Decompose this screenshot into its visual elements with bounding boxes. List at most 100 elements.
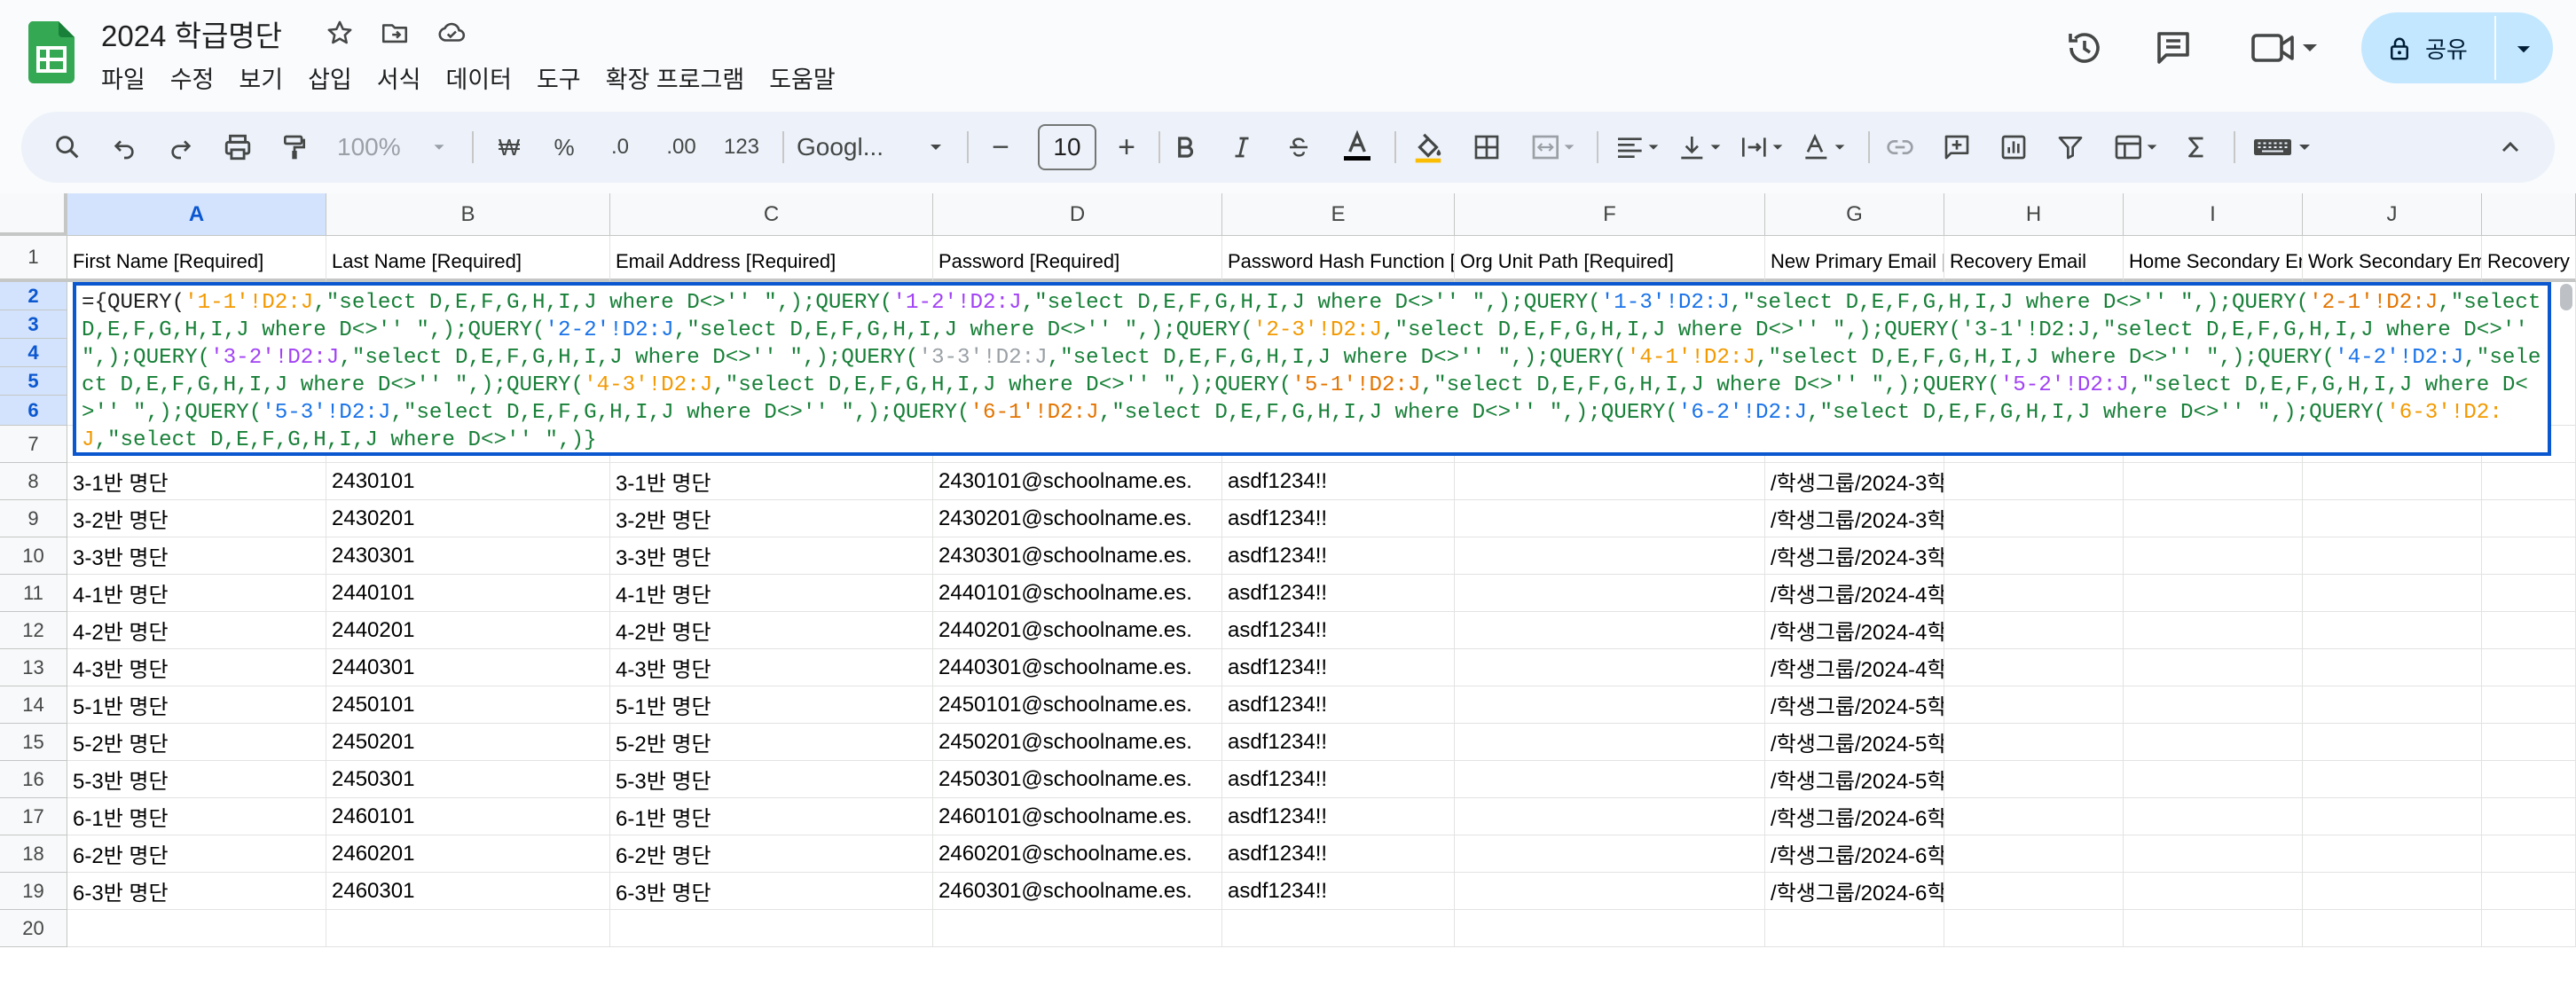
text-wrapping-icon[interactable]: [1733, 128, 1794, 167]
table-cell[interactable]: 5-2반 명단: [610, 724, 933, 761]
table-cell[interactable]: 2440101@schoolname.es.: [933, 575, 1222, 612]
menu-extensions[interactable]: 확장 프로그램: [606, 59, 745, 97]
table-cell[interactable]: 2430101: [326, 463, 610, 500]
merge-cells-icon[interactable]: [1524, 128, 1586, 167]
table-cell[interactable]: [2124, 873, 2303, 910]
table-cell[interactable]: [2303, 649, 2482, 686]
table-cell[interactable]: 2460101@schoolname.es.: [933, 798, 1222, 835]
table-cell[interactable]: [1944, 500, 2124, 537]
table-cell[interactable]: 4-3반 명단: [67, 649, 326, 686]
header-cell[interactable]: Recovery Email: [1944, 236, 2124, 282]
table-cell[interactable]: 6-2반 명단: [67, 835, 326, 873]
table-cell[interactable]: 2460101: [326, 798, 610, 835]
column-header-i[interactable]: I: [2124, 193, 2303, 236]
menu-insert[interactable]: 삽입: [308, 59, 352, 97]
table-cell[interactable]: 2460201: [326, 835, 610, 873]
table-cell[interactable]: /학생그룹/2024-3학년: [1765, 500, 1944, 537]
table-cell[interactable]: 2460301: [326, 873, 610, 910]
table-cell[interactable]: 2460301@schoolname.es.: [933, 873, 1222, 910]
header-cell[interactable]: Recovery Phone: [2482, 236, 2576, 282]
header-cell[interactable]: Home Secondary Email: [2124, 236, 2303, 282]
column-header-c[interactable]: C: [610, 193, 933, 236]
table-cell[interactable]: [2124, 463, 2303, 500]
table-cell[interactable]: 2440301@schoolname.es.: [933, 649, 1222, 686]
table-cell[interactable]: 2430201: [326, 500, 610, 537]
table-cell[interactable]: [1944, 724, 2124, 761]
input-tools-icon[interactable]: [2248, 128, 2319, 167]
comments-icon[interactable]: [2152, 27, 2195, 69]
table-cell[interactable]: [1455, 612, 1765, 649]
table-cell[interactable]: /학생그룹/2024-5학년: [1765, 761, 1944, 798]
vertical-align-icon[interactable]: [1671, 128, 1732, 167]
zoom-dropdown-icon[interactable]: [426, 128, 452, 167]
menu-format[interactable]: 서식: [377, 59, 421, 97]
font-size-input[interactable]: 10: [1038, 124, 1096, 170]
table-cell[interactable]: 5-3반 명단: [67, 761, 326, 798]
table-cell[interactable]: asdf1234!!: [1222, 724, 1455, 761]
bold-icon[interactable]: [1166, 128, 1205, 167]
table-cell[interactable]: [2303, 761, 2482, 798]
table-cell[interactable]: [1455, 686, 1765, 724]
table-cell[interactable]: [1765, 910, 1944, 947]
column-header-f[interactable]: F: [1455, 193, 1765, 236]
share-dropdown-icon[interactable]: [2509, 34, 2539, 64]
column-header-h[interactable]: H: [1944, 193, 2124, 236]
zoom-select[interactable]: 100%: [337, 128, 426, 167]
table-cell[interactable]: 2450201@schoolname.es.: [933, 724, 1222, 761]
filter-views-icon[interactable]: [2108, 128, 2168, 167]
horizontal-align-icon[interactable]: [1609, 128, 1669, 167]
table-cell[interactable]: 2450101@schoolname.es.: [933, 686, 1222, 724]
table-cell[interactable]: [2482, 463, 2576, 500]
table-cell[interactable]: [2482, 537, 2576, 575]
table-cell[interactable]: 3-1반 명단: [67, 463, 326, 500]
insert-comment-icon[interactable]: [1937, 128, 1976, 167]
cell-formula-editor[interactable]: ={QUERY('1-1'!D2:J,"select D,E,F,G,H,I,J…: [73, 282, 2551, 456]
menu-edit[interactable]: 수정: [170, 59, 215, 97]
row-header[interactable]: 4: [0, 339, 67, 367]
table-cell[interactable]: 2440201: [326, 612, 610, 649]
row-header[interactable]: 2: [0, 282, 67, 310]
table-cell[interactable]: [1944, 463, 2124, 500]
table-cell[interactable]: [610, 910, 933, 947]
column-header-d[interactable]: D: [933, 193, 1222, 236]
text-color-icon[interactable]: [1336, 128, 1378, 167]
more-formats-button[interactable]: 123: [717, 128, 766, 167]
row-header[interactable]: 10: [0, 537, 67, 575]
share-button[interactable]: 공유: [2361, 12, 2553, 83]
row-header[interactable]: 16: [0, 761, 67, 798]
row-header[interactable]: 12: [0, 612, 67, 649]
table-cell[interactable]: 5-2반 명단: [67, 724, 326, 761]
table-cell[interactable]: 2430301: [326, 537, 610, 575]
table-cell[interactable]: 6-1반 명단: [610, 798, 933, 835]
table-cell[interactable]: /학생그룹/2024-6학년: [1765, 873, 1944, 910]
table-cell[interactable]: [2482, 873, 2576, 910]
table-cell[interactable]: [2124, 761, 2303, 798]
table-cell[interactable]: [1944, 575, 2124, 612]
row-header[interactable]: 1: [0, 236, 67, 282]
format-percent-button[interactable]: %: [545, 128, 584, 167]
table-cell[interactable]: [1944, 798, 2124, 835]
table-cell[interactable]: asdf1234!!: [1222, 798, 1455, 835]
row-header[interactable]: 17: [0, 798, 67, 835]
column-header-b[interactable]: B: [326, 193, 610, 236]
table-cell[interactable]: [1944, 686, 2124, 724]
collapse-menus-icon[interactable]: [2491, 128, 2530, 167]
row-header[interactable]: 5: [0, 367, 67, 396]
insert-chart-icon[interactable]: [1994, 128, 2033, 167]
column-header-e[interactable]: E: [1222, 193, 1455, 236]
table-cell[interactable]: 2440101: [326, 575, 610, 612]
table-cell[interactable]: 3-2반 명단: [610, 500, 933, 537]
sheets-logo-icon[interactable]: [28, 21, 75, 83]
row-header[interactable]: 7: [0, 426, 67, 463]
table-cell[interactable]: [2303, 724, 2482, 761]
table-cell[interactable]: [1222, 910, 1455, 947]
table-cell[interactable]: /학생그룹/2024-5학년: [1765, 724, 1944, 761]
table-cell[interactable]: [2482, 798, 2576, 835]
table-cell[interactable]: 2430301@schoolname.es.: [933, 537, 1222, 575]
row-header[interactable]: 6: [0, 396, 67, 426]
table-cell[interactable]: 4-2반 명단: [610, 612, 933, 649]
table-cell[interactable]: 3-3반 명단: [610, 537, 933, 575]
font-dropdown-icon[interactable]: [921, 128, 951, 167]
column-header-j[interactable]: J: [2303, 193, 2482, 236]
table-cell[interactable]: /학생그룹/2024-4학년: [1765, 575, 1944, 612]
